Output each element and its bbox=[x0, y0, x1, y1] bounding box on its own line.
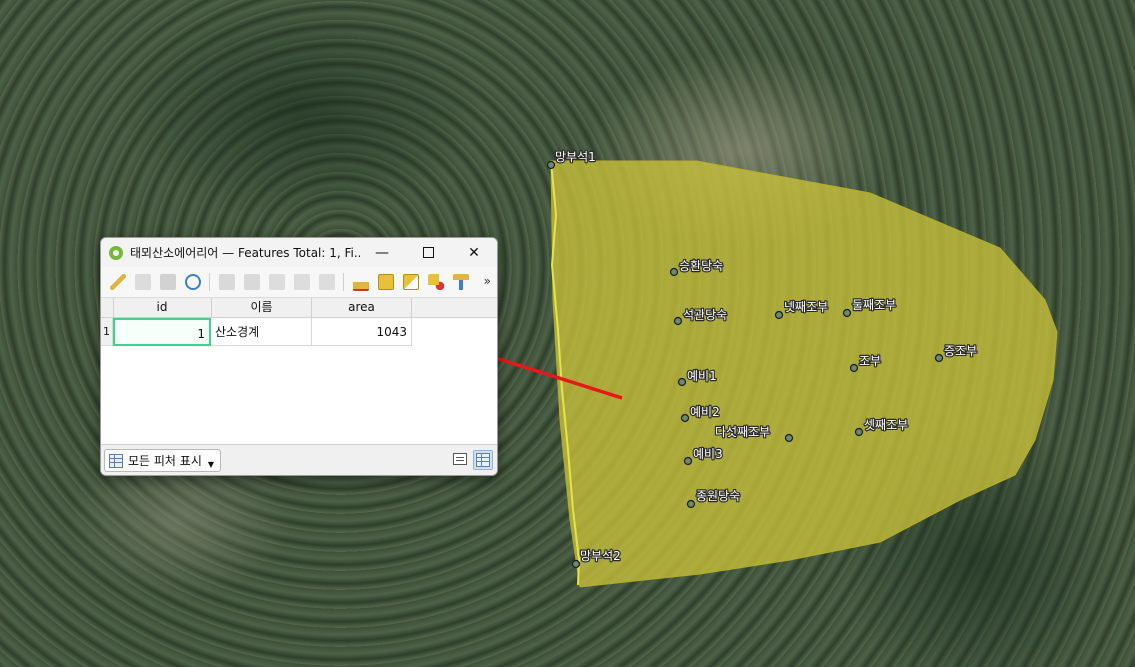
reload-icon[interactable] bbox=[185, 274, 201, 290]
multi-edit-icon[interactable] bbox=[135, 274, 151, 290]
예비3-point[interactable] bbox=[683, 456, 693, 466]
종원당숙-label: 종원당숙 bbox=[696, 489, 740, 503]
form-view-icon bbox=[453, 453, 467, 465]
qgis-logo-icon bbox=[109, 245, 123, 260]
다섯째조부-point[interactable] bbox=[784, 433, 794, 443]
minimize-icon: — bbox=[375, 244, 389, 261]
paste-icon[interactable] bbox=[319, 274, 335, 290]
save-icon[interactable] bbox=[160, 274, 176, 290]
column-header-area[interactable]: area bbox=[312, 298, 412, 317]
다섯째조부-label: 다섯째조부 bbox=[715, 425, 770, 439]
증조부-label: 증조부 bbox=[944, 344, 977, 358]
window-title: 태뫼산소에어리어 — Features Total: 1, Fi... bbox=[130, 246, 360, 260]
조부-point[interactable] bbox=[849, 363, 859, 373]
석관당숙-label: 석관당숙 bbox=[683, 308, 727, 322]
chevron-down-icon: ▼ bbox=[207, 460, 215, 469]
cell-area[interactable]: 1043 bbox=[312, 318, 412, 346]
셋째조부-label: 셋째조부 bbox=[864, 418, 908, 432]
망부석1-point[interactable] bbox=[546, 160, 556, 170]
예비2-point[interactable] bbox=[680, 413, 690, 423]
bottom-bar: 모든 피처 표시 ▼ bbox=[101, 444, 497, 475]
망부석1-label: 망부석1 bbox=[555, 150, 596, 164]
망부석2-point[interactable] bbox=[571, 559, 581, 569]
delete-icon[interactable] bbox=[244, 274, 260, 290]
예비2-label: 예비2 bbox=[690, 405, 720, 419]
show-all-features-label: 모든 피처 표시 bbox=[128, 454, 202, 468]
table-view-button[interactable] bbox=[473, 450, 493, 470]
toolbar-separator bbox=[343, 273, 344, 291]
add-feature-icon[interactable] bbox=[219, 274, 235, 290]
expression-select-icon[interactable] bbox=[353, 273, 369, 291]
예비3-label: 예비3 bbox=[693, 447, 723, 461]
종원당숙-point[interactable] bbox=[686, 499, 696, 509]
넷째조부-label: 넷째조부 bbox=[784, 300, 828, 314]
area-polygon[interactable] bbox=[550, 160, 1058, 588]
증조부-point[interactable] bbox=[934, 353, 944, 363]
deselect-icon[interactable] bbox=[428, 274, 444, 290]
minimize-button[interactable]: — bbox=[359, 238, 405, 267]
close-button[interactable]: ✕ bbox=[451, 238, 497, 267]
넷째조부-point[interactable] bbox=[774, 310, 784, 320]
table-view-icon bbox=[476, 453, 490, 467]
form-view-button[interactable] bbox=[451, 450, 469, 468]
filter-icon[interactable] bbox=[453, 274, 469, 290]
copy-icon[interactable] bbox=[294, 274, 310, 290]
maximize-button[interactable] bbox=[405, 238, 451, 267]
show-all-features-button[interactable]: 모든 피처 표시 ▼ bbox=[104, 449, 222, 472]
column-header-id[interactable]: id bbox=[113, 298, 212, 317]
셋째조부-point[interactable] bbox=[854, 427, 864, 437]
edit-pencil-icon[interactable] bbox=[110, 274, 126, 290]
예비1-label: 예비1 bbox=[687, 369, 717, 383]
cell-name[interactable]: 산소경계 bbox=[211, 318, 312, 346]
table-icon bbox=[109, 453, 123, 468]
cut-icon[interactable] bbox=[269, 274, 285, 290]
조부-label: 조부 bbox=[859, 354, 881, 368]
승환당숙-label: 승환당숙 bbox=[679, 259, 723, 273]
둘째조부-label: 둘째조부 bbox=[852, 298, 896, 312]
cell-id[interactable]: 1 bbox=[113, 318, 211, 346]
toolbar: » bbox=[101, 267, 497, 298]
둘째조부-point[interactable] bbox=[842, 308, 852, 318]
toolbar-separator bbox=[209, 273, 210, 291]
row-header[interactable]: 1 bbox=[101, 318, 113, 346]
toolbar-overflow-button[interactable]: » bbox=[484, 274, 491, 288]
invert-selection-icon[interactable] bbox=[403, 274, 419, 290]
column-header-name[interactable]: 이름 bbox=[212, 298, 312, 317]
attribute-table-window[interactable]: 태뫼산소에어리어 — Features Total: 1, Fi... — ✕ … bbox=[100, 237, 498, 476]
석관당숙-point[interactable] bbox=[673, 316, 683, 326]
예비1-point[interactable] bbox=[677, 377, 687, 387]
title-bar[interactable]: 태뫼산소에어리어 — Features Total: 1, Fi... — ✕ bbox=[101, 238, 497, 267]
승환당숙-point[interactable] bbox=[669, 267, 679, 277]
망부석2-label: 망부석2 bbox=[580, 549, 621, 563]
select-all-icon[interactable] bbox=[378, 274, 394, 290]
close-icon: ✕ bbox=[468, 244, 480, 261]
maximize-icon bbox=[422, 247, 434, 258]
